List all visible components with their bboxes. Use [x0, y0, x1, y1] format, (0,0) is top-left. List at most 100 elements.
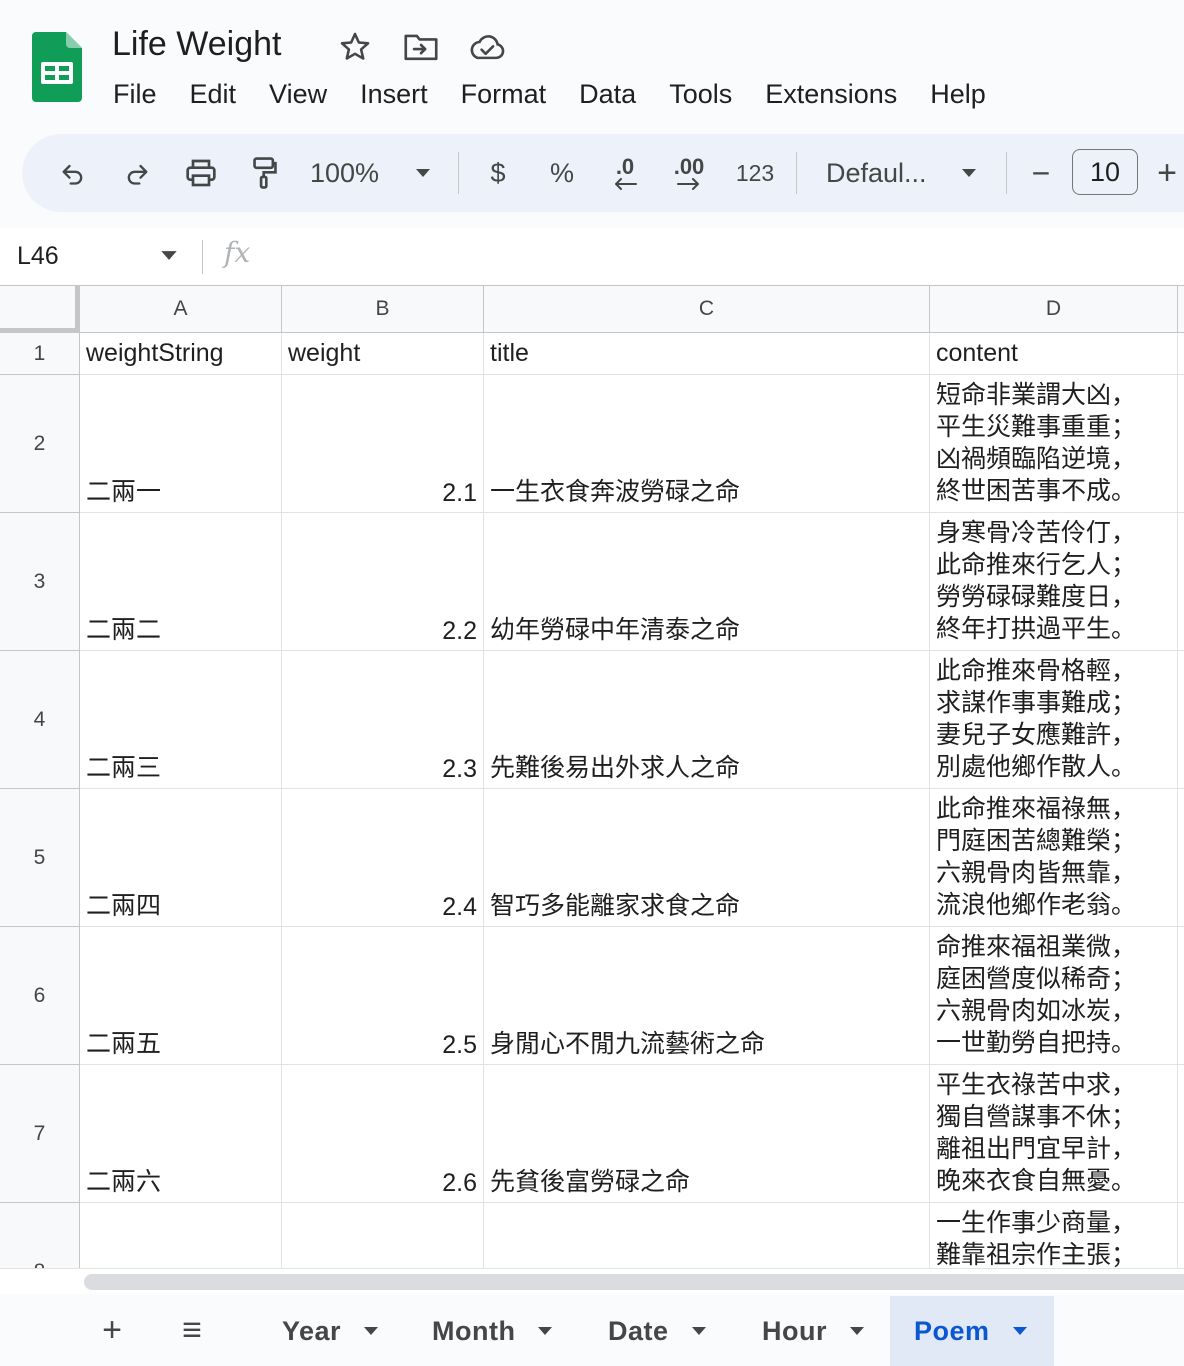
zoom-dropdown-icon[interactable] [410, 134, 436, 212]
cell-d3[interactable]: 身寒骨冷苦伶仃， 此命推來行乞人； 勞勞碌碌難度日， 終年打拱過平生。 [930, 513, 1178, 651]
column-header-d[interactable]: D [930, 286, 1178, 333]
cell-b1[interactable]: weight [282, 333, 484, 375]
cell-a1[interactable]: weightString [80, 333, 282, 375]
menu-extensions[interactable]: Extensions [756, 72, 906, 116]
chevron-down-icon[interactable] [1012, 1326, 1028, 1336]
cell-b6[interactable]: 2.5 [282, 927, 484, 1065]
star-icon[interactable] [336, 28, 374, 66]
font-size-input[interactable]: 10 [1072, 149, 1138, 195]
cell-d2[interactable]: 短命非業謂大凶， 平生災難事重重； 凶禍頻臨陷逆境， 終世困苦事不成。 [930, 375, 1178, 513]
cell-c7[interactable]: 先貧後富勞碌之命 [484, 1065, 930, 1203]
sheet-tab-date[interactable]: Date [584, 1296, 731, 1366]
cell-e2[interactable] [1178, 375, 1184, 513]
cell-e1[interactable] [1178, 333, 1184, 375]
row-header-6[interactable]: 6 [0, 927, 80, 1065]
cell-b5[interactable]: 2.4 [282, 789, 484, 927]
name-box[interactable]: L46 [17, 238, 59, 274]
cell-c8[interactable] [484, 1203, 930, 1268]
sheet-tab-year[interactable]: Year [258, 1296, 403, 1366]
cell-a2[interactable]: 二兩一 [80, 375, 282, 513]
currency-format-button[interactable]: $ [480, 134, 516, 212]
add-sheet-button[interactable]: + [90, 1294, 134, 1366]
cell-e3[interactable] [1178, 513, 1184, 651]
font-dropdown-icon[interactable] [956, 134, 982, 212]
chevron-down-icon[interactable] [691, 1326, 707, 1336]
chevron-down-icon[interactable] [849, 1326, 865, 1336]
paint-format-icon[interactable] [244, 134, 286, 212]
undo-icon[interactable] [52, 134, 94, 212]
cell-c3[interactable]: 幼年勞碌中年清泰之命 [484, 513, 930, 651]
column-header-e[interactable] [1178, 286, 1184, 333]
menu-insert[interactable]: Insert [351, 72, 437, 116]
cell-b8[interactable] [282, 1203, 484, 1268]
cell-e6[interactable] [1178, 927, 1184, 1065]
cell-d8[interactable]: 一生作事少商量， 難靠祖宗作主張； [930, 1203, 1178, 1268]
name-box-dropdown-icon[interactable] [160, 250, 178, 261]
cell-d5[interactable]: 此命推來福祿無， 門庭困苦總難榮； 六親骨肉皆無靠， 流浪他鄉作老翁。 [930, 789, 1178, 927]
menu-tools[interactable]: Tools [660, 72, 741, 116]
increase-font-size-button[interactable]: + [1150, 134, 1184, 212]
redo-icon[interactable] [116, 134, 158, 212]
chevron-down-icon[interactable] [537, 1326, 553, 1336]
cell-b3[interactable]: 2.2 [282, 513, 484, 651]
decrease-font-size-button[interactable]: − [1024, 134, 1058, 212]
cell-d4[interactable]: 此命推來骨格輕， 求謀作事事難成； 妻兒子女應難許， 別處他鄉作散人。 [930, 651, 1178, 789]
row-header-4[interactable]: 4 [0, 651, 80, 789]
cell-e7[interactable] [1178, 1065, 1184, 1203]
move-to-folder-icon[interactable] [402, 28, 440, 66]
cell-c4[interactable]: 先難後易出外求人之命 [484, 651, 930, 789]
cell-c6[interactable]: 身閒心不閒九流藝術之命 [484, 927, 930, 1065]
document-title[interactable]: Life Weight [112, 22, 281, 66]
zoom-value[interactable]: 100% [310, 134, 390, 212]
cell-a6[interactable]: 二兩五 [80, 927, 282, 1065]
row-header-8[interactable]: 8 [0, 1203, 80, 1268]
cell-d1[interactable]: content [930, 333, 1178, 375]
decrease-decimal-button[interactable]: .0 [602, 134, 648, 212]
row-header-2[interactable]: 2 [0, 375, 80, 513]
row-header-3[interactable]: 3 [0, 513, 80, 651]
select-all-corner[interactable] [0, 286, 80, 333]
column-header-c[interactable]: C [484, 286, 930, 333]
sheet-tab-hour[interactable]: Hour [738, 1296, 889, 1366]
print-icon[interactable] [180, 134, 222, 212]
cell-d6[interactable]: 命推來福祖業微， 庭困營度似稀奇； 六親骨肉如冰炭， 一世勤勞自把持。 [930, 927, 1178, 1065]
row-header-1[interactable]: 1 [0, 333, 80, 375]
cell-a5[interactable]: 二兩四 [80, 789, 282, 927]
menu-file[interactable]: File [104, 72, 166, 116]
cell-e8[interactable] [1178, 1203, 1184, 1268]
horizontal-scrollbar-thumb[interactable] [84, 1274, 1184, 1290]
cell-a8[interactable] [80, 1203, 282, 1268]
cell-b2[interactable]: 2.1 [282, 375, 484, 513]
cell-c1[interactable]: title [484, 333, 930, 375]
cell-e5[interactable] [1178, 789, 1184, 927]
percent-format-button[interactable]: % [542, 134, 582, 212]
cell-a3[interactable]: 二兩二 [80, 513, 282, 651]
cloud-saved-icon[interactable] [468, 28, 506, 66]
cell-d7[interactable]: 平生衣祿苦中求， 獨自營謀事不休； 離祖出門宜早計， 晚來衣食自無憂。 [930, 1065, 1178, 1203]
horizontal-scrollbar[interactable] [0, 1268, 1184, 1294]
formula-input[interactable] [270, 238, 1170, 274]
cell-c5[interactable]: 智巧多能離家求食之命 [484, 789, 930, 927]
column-header-b[interactable]: B [282, 286, 484, 333]
menu-view[interactable]: View [260, 72, 336, 116]
cell-a4[interactable]: 二兩三 [80, 651, 282, 789]
column-header-a[interactable]: A [80, 286, 282, 333]
sheet-tab-poem[interactable]: Poem [890, 1296, 1054, 1366]
menu-edit[interactable]: Edit [181, 72, 246, 116]
all-sheets-button[interactable]: ≡ [170, 1294, 214, 1366]
sheet-tab-month[interactable]: Month [408, 1296, 577, 1366]
menu-help[interactable]: Help [921, 72, 995, 116]
cell-a7[interactable]: 二兩六 [80, 1065, 282, 1203]
number-format-button[interactable]: 123 [732, 134, 778, 212]
row-header-5[interactable]: 5 [0, 789, 80, 927]
font-family-select[interactable]: Defaul... [826, 134, 936, 212]
cell-b7[interactable]: 2.6 [282, 1065, 484, 1203]
menu-data[interactable]: Data [570, 72, 645, 116]
row-header-7[interactable]: 7 [0, 1065, 80, 1203]
sheets-logo-icon[interactable] [32, 32, 82, 102]
cell-e4[interactable] [1178, 651, 1184, 789]
cell-c2[interactable]: 一生衣食奔波勞碌之命 [484, 375, 930, 513]
cell-b4[interactable]: 2.3 [282, 651, 484, 789]
menu-format[interactable]: Format [452, 72, 556, 116]
chevron-down-icon[interactable] [363, 1326, 379, 1336]
